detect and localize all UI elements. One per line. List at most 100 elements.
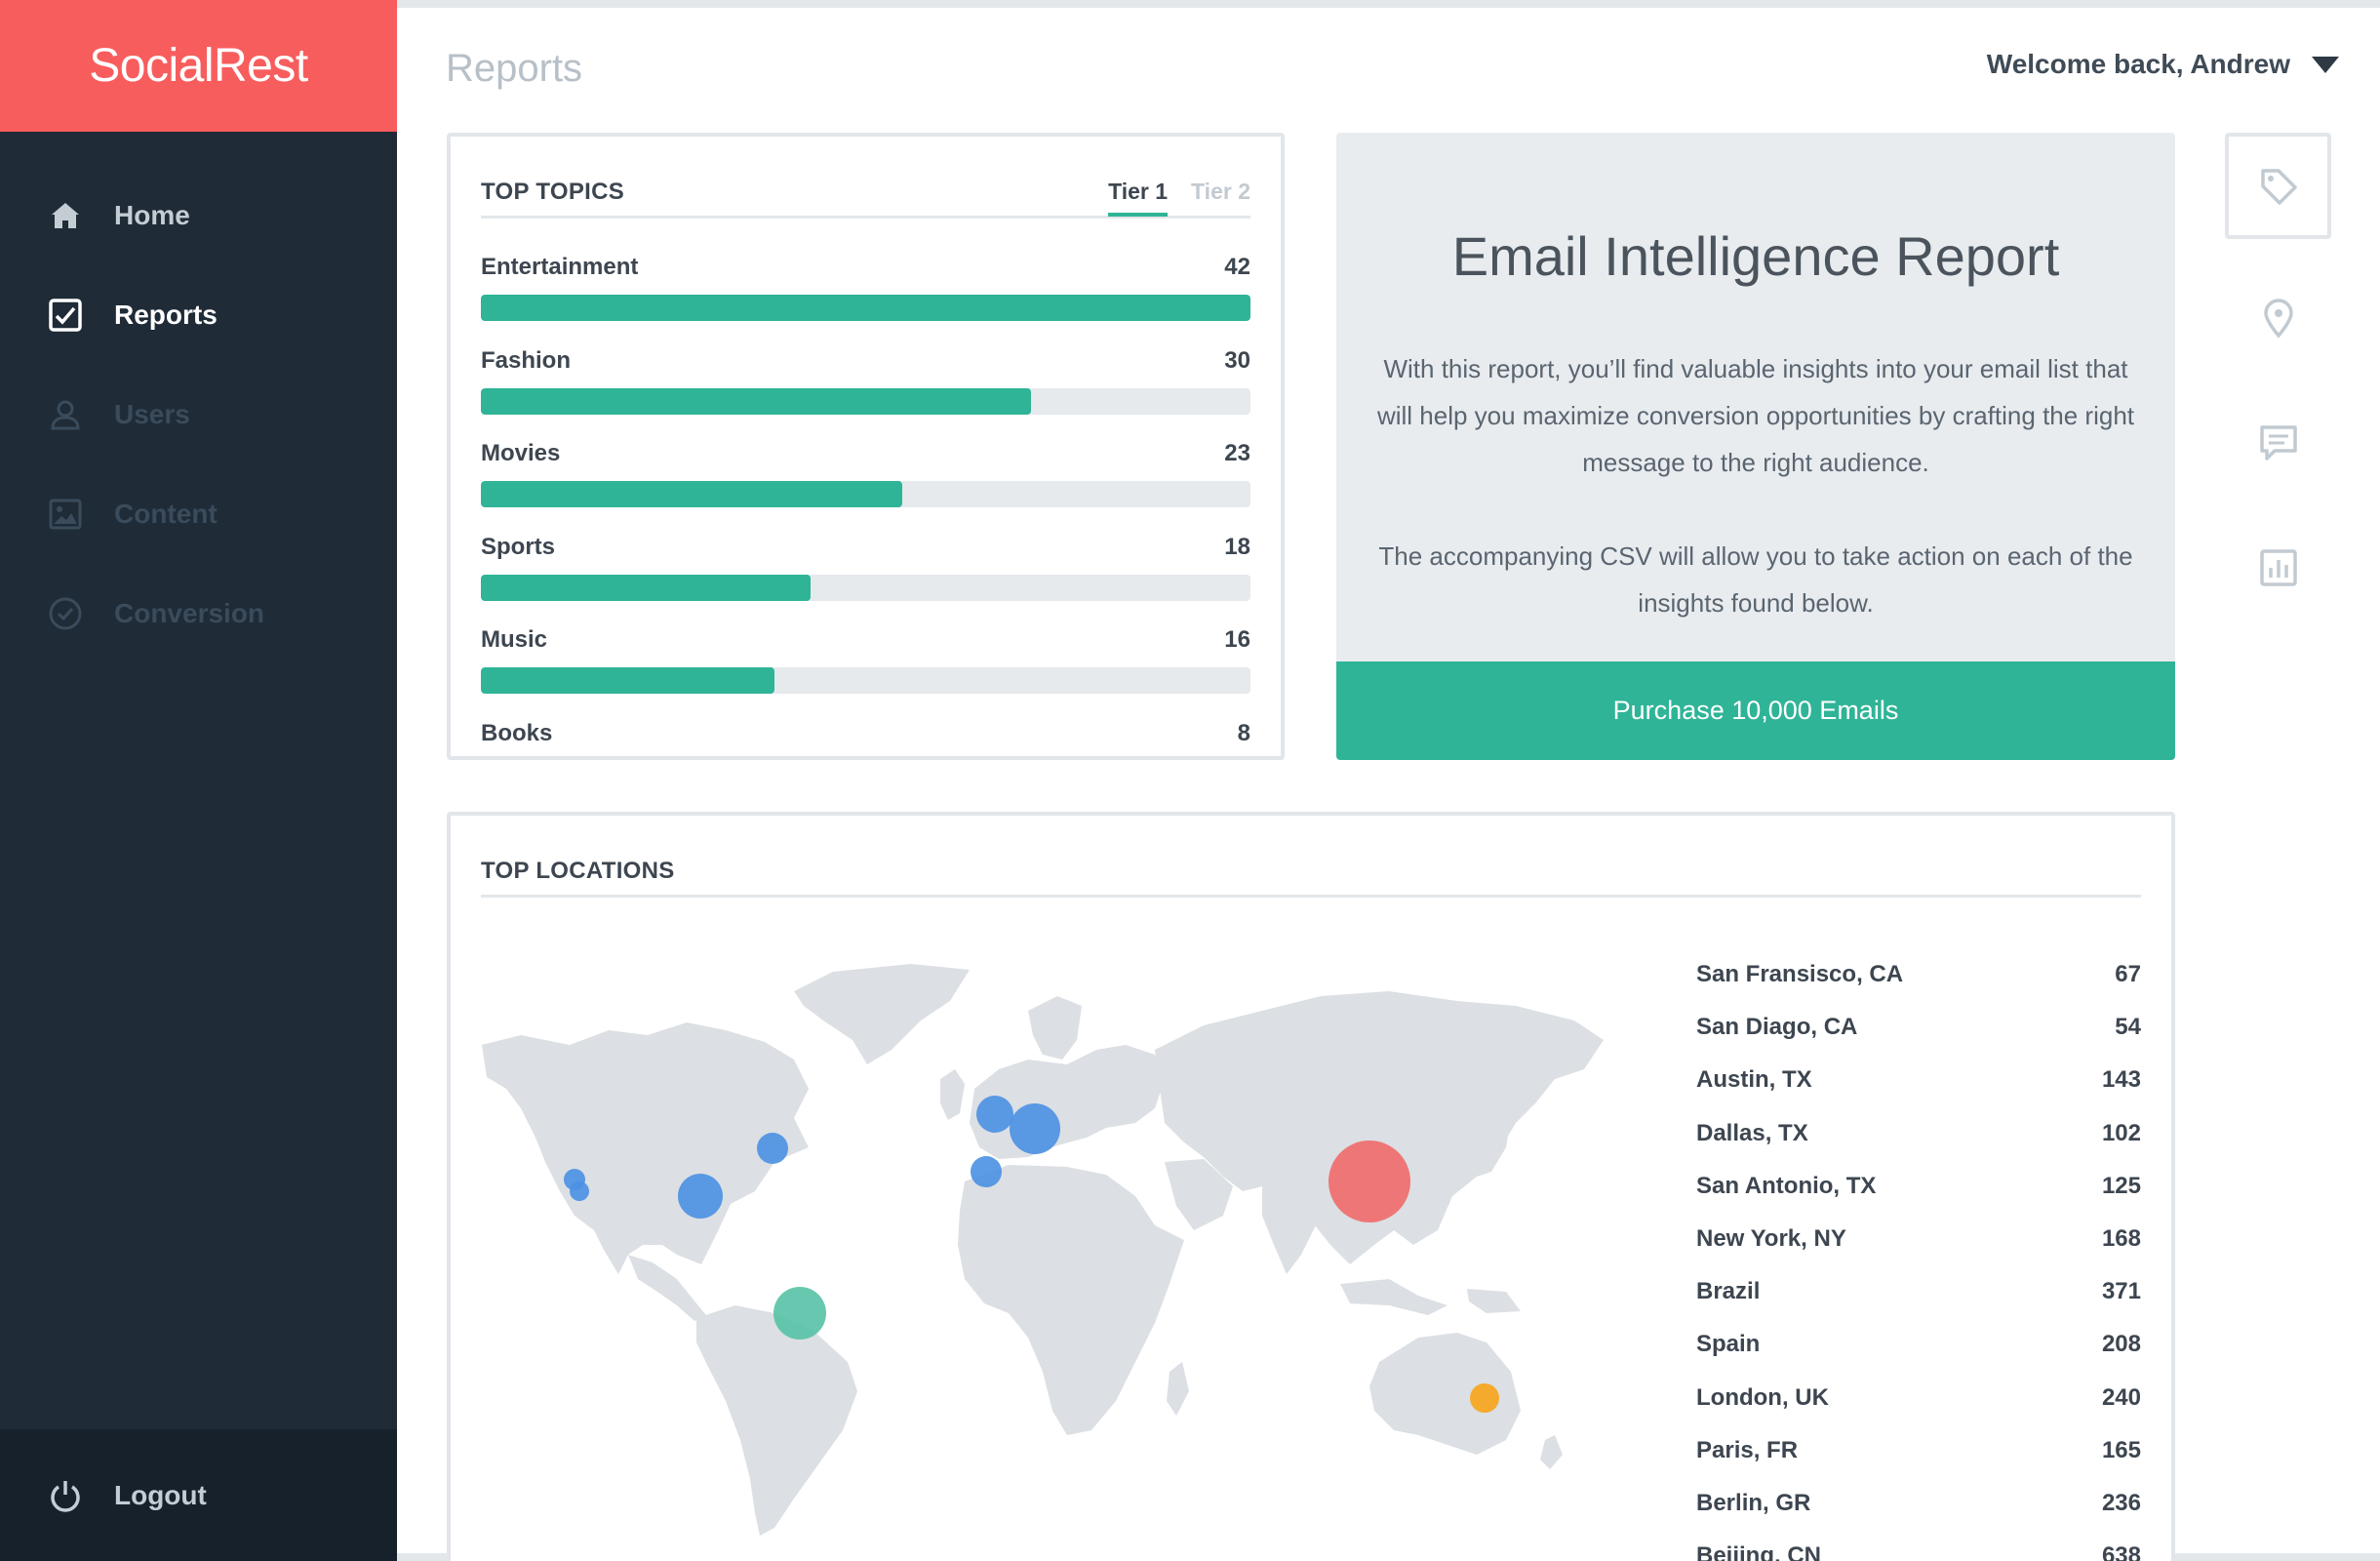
location-row[interactable]: London, UK 240 (1696, 1372, 2141, 1424)
location-name: Berlin, GR (1696, 1489, 1811, 1516)
topic-label: Entertainment (481, 254, 639, 280)
bubble-spain[interactable] (971, 1156, 1002, 1187)
topic-value: 8 (1237, 719, 1250, 746)
report-description: With this report, you’ll find valuable i… (1375, 345, 2136, 626)
topic-bar-fill (481, 574, 812, 601)
location-count: 165 (2101, 1436, 2141, 1463)
location-row[interactable]: Paris, FR 165 (1696, 1424, 2141, 1477)
power-icon (48, 1478, 83, 1513)
location-row[interactable]: Spain 208 (1696, 1318, 2141, 1371)
continents (482, 964, 1604, 1536)
tab-tier-2[interactable]: Tier 2 (1191, 179, 1250, 217)
top-topics-title: TOP TOPICS (481, 179, 625, 205)
topic-label: Movies (481, 440, 561, 466)
analytics-button[interactable] (2225, 539, 2331, 597)
topic-bar-fill (481, 295, 1250, 321)
chat-icon (2259, 425, 2297, 460)
location-count: 143 (2101, 1066, 2141, 1094)
sidebar-item-reports[interactable]: Reports (0, 265, 397, 365)
location-row[interactable]: San Fransisco, CA 67 (1696, 948, 2141, 1001)
sidebar-item-content[interactable]: Content (0, 464, 397, 564)
welcome-text: Welcome back, Andrew (1986, 49, 2290, 79)
sidebar-item-label: Home (114, 200, 190, 230)
page-title: Reports (446, 47, 583, 90)
topic-bar-fill (481, 667, 774, 694)
sidebar-item-label: Conversion (114, 598, 265, 628)
topic-value: 16 (1224, 626, 1250, 653)
topic-bar-track (481, 295, 1250, 321)
bubble-london[interactable] (976, 1096, 1013, 1133)
location-row[interactable]: Austin, TX 143 (1696, 1054, 2141, 1106)
location-name: Brazil (1696, 1278, 1761, 1305)
topic-bar-track (481, 574, 1250, 601)
topic-bar-track (481, 387, 1250, 415)
location-count: 240 (2101, 1383, 2141, 1411)
checkbox-icon (48, 298, 83, 333)
location-count: 638 (2101, 1542, 2141, 1561)
top-topics-header: TOP TOPICS Tier 1 Tier 2 (481, 179, 1250, 219)
user-menu[interactable]: Welcome back, Andrew (1987, 49, 2339, 80)
image-icon (48, 497, 83, 532)
logout-label: Logout (114, 1479, 207, 1510)
bubble-beijing[interactable] (1329, 1141, 1410, 1222)
topic-row: Entertainment 42 (481, 254, 1250, 332)
location-name: Austin, TX (1696, 1066, 1812, 1094)
locations-list: San Fransisco, CA 67 San Diago, CA 54 Austin… (1696, 948, 2141, 1561)
location-row[interactable]: Beijing, CN 638 (1696, 1530, 2141, 1561)
report-paragraph-2: The accompanying CSV will allow you to t… (1378, 541, 2133, 618)
location-name: Beijing, CN (1696, 1542, 1822, 1561)
top-locations-title: TOP LOCATIONS (481, 858, 675, 884)
location-button[interactable] (2225, 289, 2331, 347)
topic-value: 18 (1224, 533, 1250, 560)
tier-tabs: Tier 1 Tier 2 (1108, 179, 1250, 217)
top-topics-card: TOP TOPICS Tier 1 Tier 2 Entertainment 42… (447, 133, 1285, 760)
location-pin-icon (2263, 299, 2293, 339)
report-title: Email Intelligence Report (1451, 225, 2060, 287)
location-name: San Antonio, TX (1696, 1172, 1877, 1199)
bubble-australia[interactable] (1470, 1383, 1499, 1413)
location-count: 125 (2101, 1172, 2141, 1199)
sidebar-item-label: Content (114, 499, 218, 529)
bubble-berlin[interactable] (1010, 1103, 1060, 1154)
tag-icon (2260, 168, 2297, 205)
report-paragraph-1: With this report, you’ll find valuable i… (1376, 354, 2135, 477)
sidebar-item-users[interactable]: Users (0, 365, 397, 464)
sidebar-item-label: Reports (114, 300, 218, 330)
brand-logo[interactable]: SocialRest (0, 0, 397, 132)
sidebar-item-home[interactable]: Home (0, 166, 397, 265)
comments-button[interactable] (2225, 414, 2331, 472)
sidebar-item-conversion[interactable]: Conversion (0, 564, 397, 663)
location-row[interactable]: San Antonio, TX 125 (1696, 1160, 2141, 1213)
tag-button[interactable] (2225, 133, 2331, 239)
tab-tier-1[interactable]: Tier 1 (1108, 179, 1169, 217)
top-locations-card: TOP LOCATIONS San Fransisco, CA 67 San D… (447, 812, 2175, 1561)
topic-value: 23 (1224, 440, 1250, 466)
topic-row: Books 8 (481, 719, 1250, 757)
sidebar-item-label: Users (114, 399, 190, 429)
bubble-brazil[interactable] (774, 1287, 826, 1340)
location-row[interactable]: New York, NY 168 (1696, 1213, 2141, 1265)
bubble-san-diego[interactable] (570, 1181, 589, 1201)
location-count: 168 (2101, 1225, 2141, 1253)
location-count: 54 (2115, 1014, 2141, 1041)
purchase-emails-button[interactable]: Purchase 10,000 Emails (1336, 661, 2175, 760)
topic-row: Fashion 30 (481, 347, 1250, 425)
location-name: Spain (1696, 1331, 1761, 1358)
logout-button[interactable]: Logout (0, 1429, 397, 1561)
top-locations-header: TOP LOCATIONS (481, 858, 2141, 898)
main-content: Reports Welcome back, Andrew TOP TOPICS … (397, 8, 2380, 1561)
location-row[interactable]: Dallas, TX 102 (1696, 1107, 2141, 1160)
location-name: Dallas, TX (1696, 1119, 1808, 1146)
bubble-texas[interactable] (678, 1174, 723, 1219)
topic-bar-fill (481, 387, 1031, 415)
home-icon (48, 198, 83, 233)
topic-value: 30 (1224, 346, 1250, 374)
topic-label: Books (481, 719, 553, 746)
location-row[interactable]: San Diago, CA 54 (1696, 1001, 2141, 1054)
topic-value: 42 (1224, 254, 1250, 280)
bubble-new-york[interactable] (757, 1133, 788, 1164)
location-row[interactable]: Brazil 371 (1696, 1265, 2141, 1318)
location-count: 208 (2101, 1331, 2141, 1358)
topic-label: Music (481, 626, 548, 653)
location-row[interactable]: Berlin, GR 236 (1696, 1477, 2141, 1530)
